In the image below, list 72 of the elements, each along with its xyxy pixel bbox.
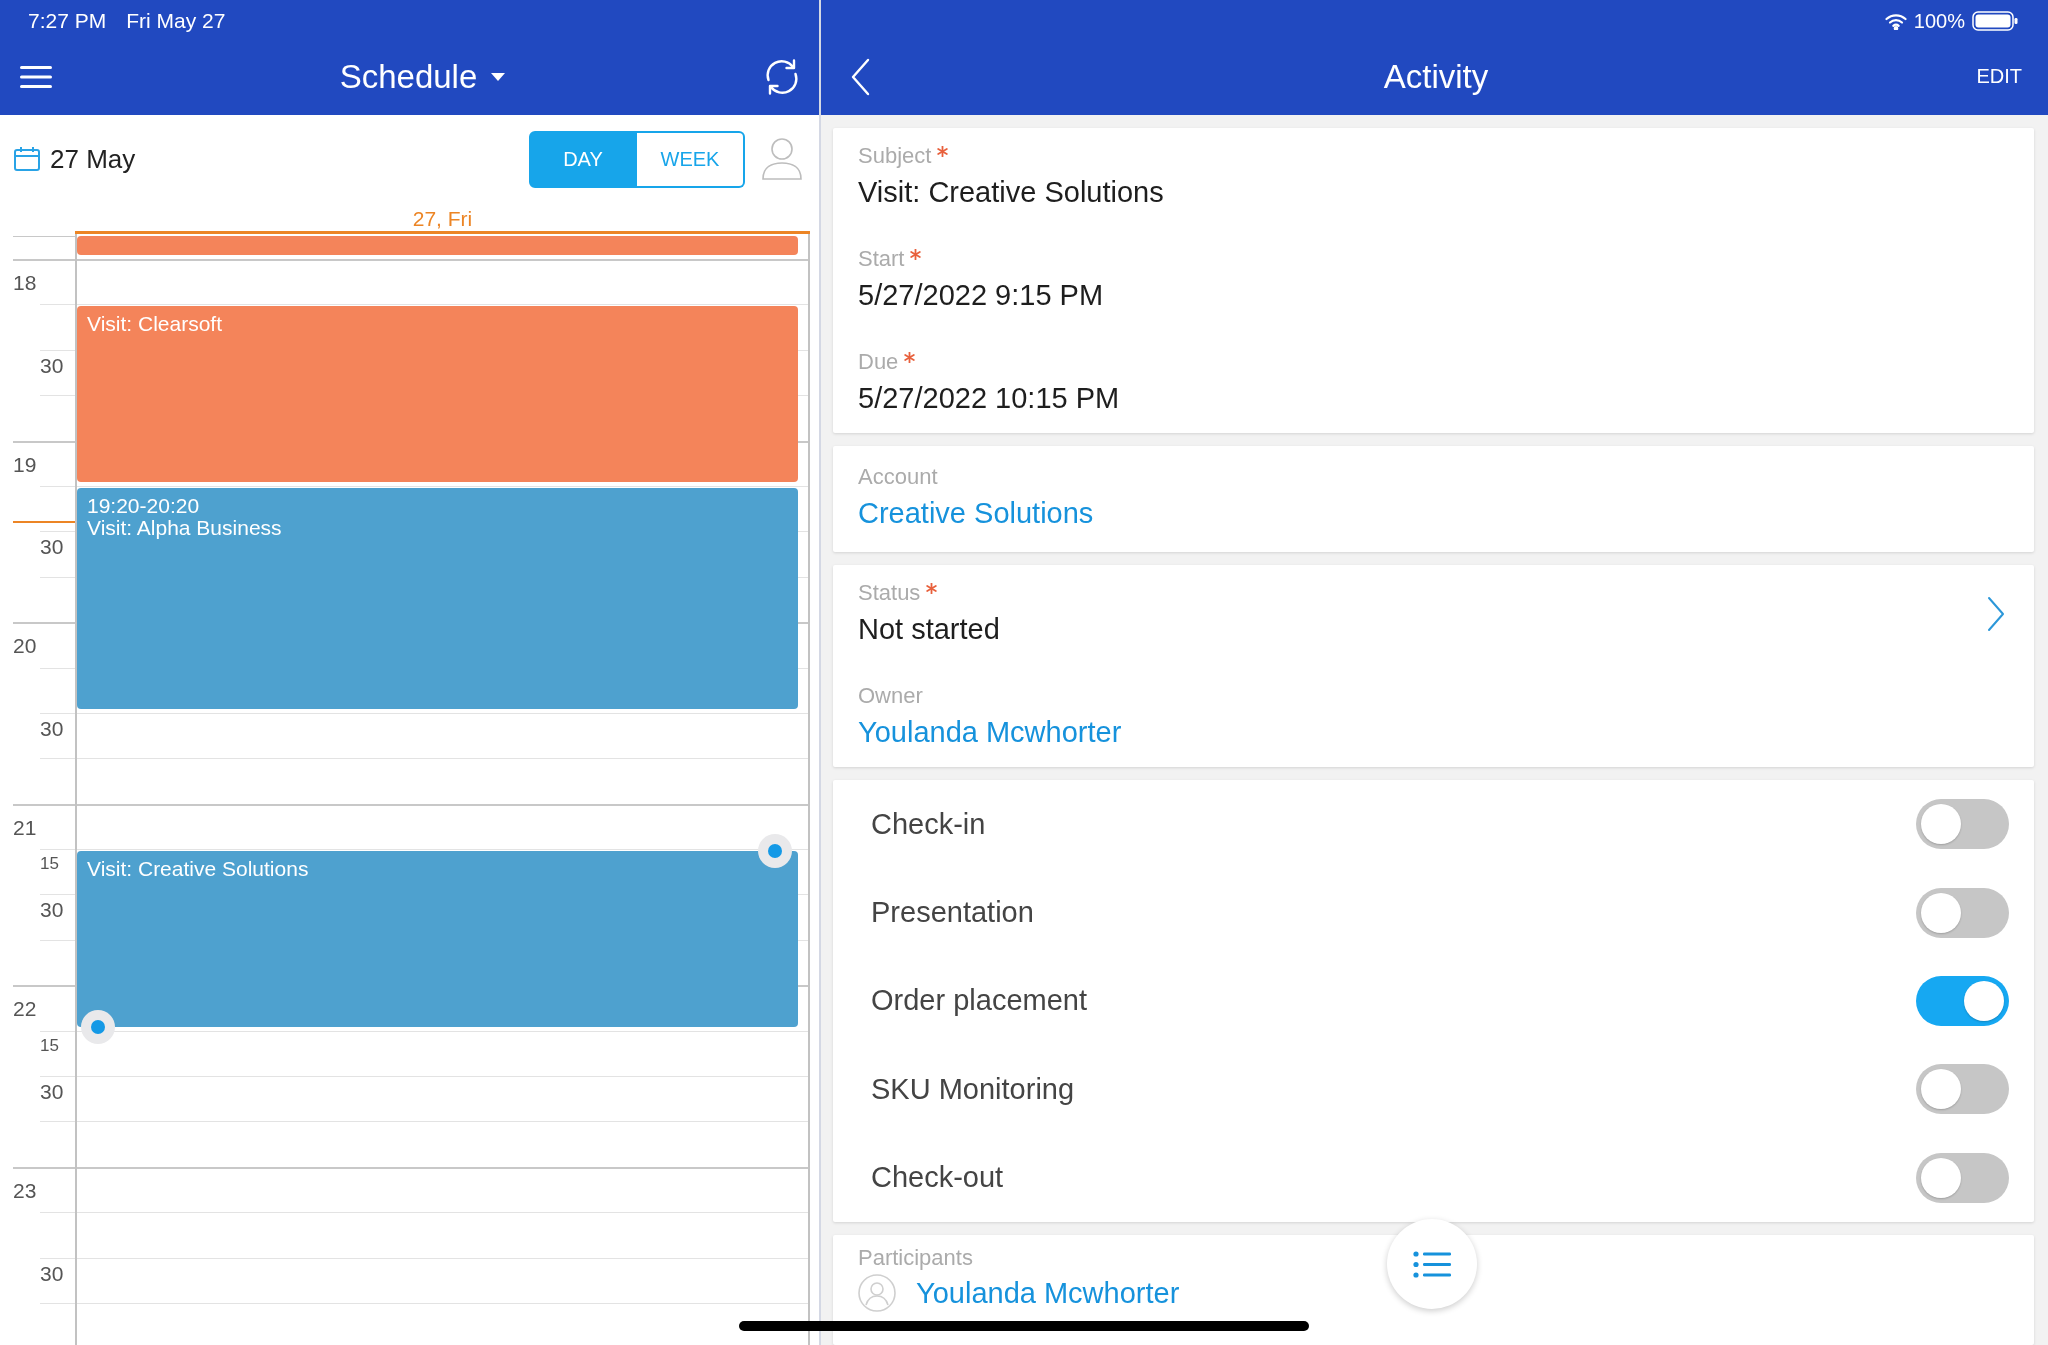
calendar-event[interactable]: Visit: Creative Solutions xyxy=(77,851,798,1027)
screen-title: Activity xyxy=(1383,57,1489,96)
field-label: Account xyxy=(858,463,938,491)
resize-handle-icon[interactable] xyxy=(758,834,792,869)
hour-label: 23 xyxy=(13,1178,37,1203)
field-label: Status xyxy=(858,579,921,607)
field-link[interactable]: Creative Solutions xyxy=(858,494,1094,532)
event-title: Visit: Alpha Business xyxy=(87,517,282,539)
refresh-icon xyxy=(763,57,801,96)
minute-label: 15 xyxy=(40,1035,59,1056)
schedule-dropdown[interactable]: Schedule xyxy=(339,57,506,96)
event-title: Visit: Clearsoft xyxy=(87,313,222,336)
view-tab[interactable]: WEEK xyxy=(637,130,745,188)
hour-label: 20 xyxy=(13,634,37,659)
field-label: Participants xyxy=(858,1245,973,1270)
event-title: Visit: Creative Solutions xyxy=(87,858,309,881)
toggle-switch[interactable] xyxy=(1916,1064,2009,1115)
toggle-switch[interactable] xyxy=(1916,799,2009,850)
field-label: Start xyxy=(858,245,905,273)
minute-label: 30 xyxy=(40,1261,64,1286)
field-label: Owner xyxy=(858,682,923,710)
minute-label: 30 xyxy=(40,353,64,378)
event-time: 19:20-20:20 xyxy=(87,495,200,517)
field-value: 5/27/2022 10:15 PM xyxy=(858,381,1120,416)
minute-label: 30 xyxy=(40,898,64,923)
hour-label: 18 xyxy=(13,271,37,295)
field-value: Visit: Creative Solutions xyxy=(858,175,1164,210)
caret-icon xyxy=(491,72,506,81)
toggle-label: Check-in xyxy=(871,807,986,841)
status-date: Fri May 27 xyxy=(126,9,226,33)
minute-label: 30 xyxy=(40,1080,64,1105)
minute-label: 15 xyxy=(40,854,59,875)
refresh-button[interactable] xyxy=(763,57,801,96)
field-link[interactable]: Youlanda Mcwhorter xyxy=(858,713,1122,751)
day-label: 27, Fri xyxy=(412,207,473,231)
calendar-event[interactable]: 19:20-20:20 Visit: Alpha Business xyxy=(77,488,798,709)
calendar-event[interactable]: Visit: Clearsoft xyxy=(77,306,798,482)
field-label: Subject xyxy=(858,142,932,170)
toggle-switch[interactable] xyxy=(1916,887,2009,938)
date-label: 27 May xyxy=(50,143,136,175)
wifi-icon xyxy=(1884,12,1907,30)
field-value: 5/27/2022 9:15 PM xyxy=(858,278,1104,313)
field-value[interactable]: Not started xyxy=(858,610,1000,648)
current-time-line xyxy=(13,521,75,524)
chevron-right-icon[interactable] xyxy=(1987,595,2005,632)
battery-icon xyxy=(1972,11,2018,31)
participant-link[interactable]: Youlanda Mcwhorter xyxy=(916,1273,1180,1312)
menu-button[interactable] xyxy=(20,65,52,88)
back-button[interactable] xyxy=(850,57,870,96)
menu-icon xyxy=(20,65,52,88)
field-label: Due xyxy=(858,348,899,376)
toggle-label: Order placement xyxy=(871,984,1087,1018)
person-icon[interactable] xyxy=(761,137,803,181)
view-tab[interactable]: DAY xyxy=(529,130,637,188)
chevron-left-icon xyxy=(850,57,870,96)
list-icon xyxy=(1413,1250,1451,1278)
minute-label: 30 xyxy=(40,716,64,741)
hour-label: 22 xyxy=(13,997,37,1022)
avatar-icon xyxy=(858,1273,896,1312)
toggle-switch[interactable] xyxy=(1916,1152,2009,1203)
minute-label: 30 xyxy=(40,535,64,560)
battery-percent: 100% xyxy=(1913,9,1965,33)
hour-label: 21 xyxy=(13,815,37,840)
toggle-label: SKU Monitoring xyxy=(871,1072,1075,1106)
edit-button[interactable]: EDIT xyxy=(1976,65,2022,88)
hour-label: 19 xyxy=(13,452,37,477)
status-time: 7:27 PM xyxy=(28,9,107,33)
toggle-label: Presentation xyxy=(871,896,1034,930)
toggle-switch[interactable] xyxy=(1916,975,2009,1026)
resize-handle-icon[interactable] xyxy=(81,1009,115,1044)
toggle-label: Check-out xyxy=(871,1161,1004,1195)
calendar-icon[interactable] xyxy=(14,147,40,171)
